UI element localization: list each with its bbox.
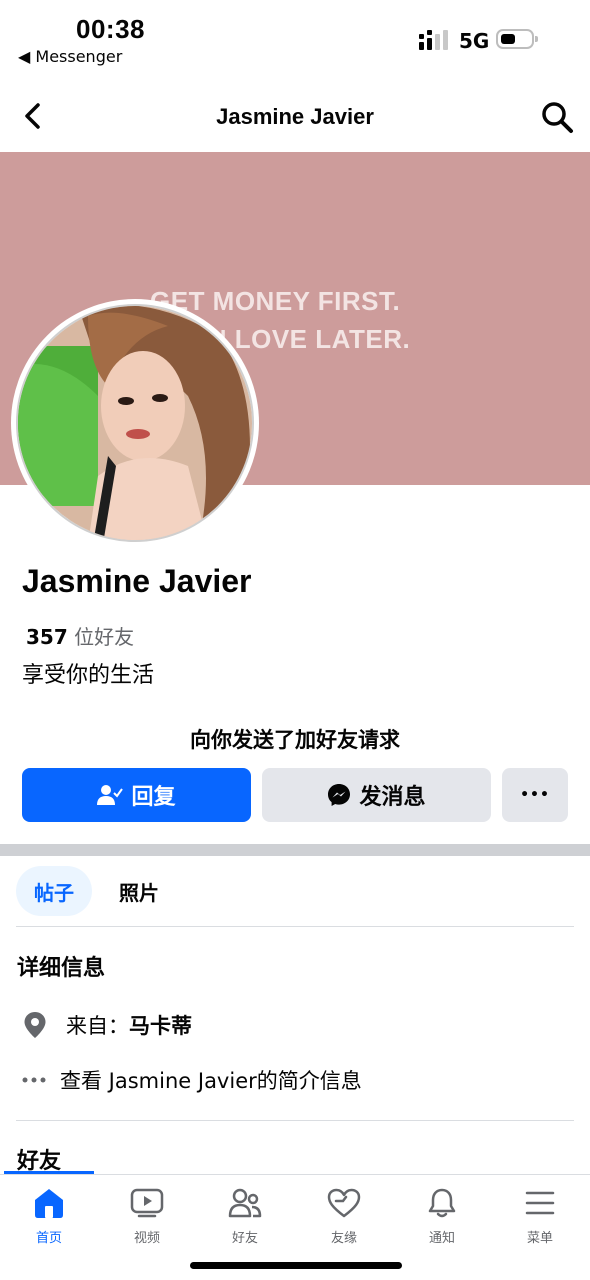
more-dots-icon: ••• — [520, 787, 550, 803]
location-pin-icon — [24, 1012, 46, 1038]
battery-tip — [535, 36, 538, 42]
battery-icon — [496, 29, 534, 49]
more-options-button[interactable]: ••• — [502, 768, 568, 822]
nav-home-label: 首页 — [35, 1231, 62, 1246]
ellipsis-icon — [22, 1077, 46, 1083]
bell-icon — [428, 1188, 456, 1218]
home-indicator[interactable] — [190, 1262, 402, 1269]
send-message-button[interactable]: 发消息 — [262, 768, 491, 822]
detail-about-link[interactable]: 查看 Jasmine Javier的简介信息 — [22, 1065, 362, 1095]
friend-count-number: 357 — [26, 625, 68, 649]
friend-count[interactable]: 357 位好友 — [26, 621, 134, 650]
profile-name: Jasmine Javier — [22, 563, 252, 599]
friend-request-text: 向你发送了加好友请求 — [190, 728, 400, 752]
back-to-messenger-link[interactable]: ◀ Messenger — [18, 47, 122, 66]
page-title: Jasmine Javier — [216, 104, 374, 129]
nav-dating-label: 友缘 — [330, 1231, 357, 1246]
dating-heart-icon — [327, 1188, 361, 1218]
details-title: 详细信息 — [17, 956, 106, 981]
network-type: 5G — [459, 29, 490, 53]
status-time: 00:38 — [76, 14, 145, 44]
nav-friends[interactable]: 好友 — [205, 1185, 285, 1246]
reply-button-label: 回复 — [131, 785, 176, 810]
hometown-label: 来自： — [66, 1014, 129, 1038]
detail-hometown: 来自： 马卡蒂 — [22, 1010, 192, 1040]
nav-home[interactable]: 首页 — [9, 1185, 89, 1246]
nav-header: Jasmine Javier — [0, 80, 590, 152]
friend-count-unit: 位好友 — [74, 625, 135, 649]
nav-video-label: 视频 — [133, 1231, 160, 1246]
video-icon — [130, 1188, 164, 1218]
profile-avatar[interactable] — [11, 299, 259, 547]
profile-bio: 享受你的生活 — [22, 663, 155, 688]
nav-notifications[interactable]: 通知 — [402, 1185, 482, 1246]
divider — [16, 1120, 574, 1121]
home-icon — [35, 1189, 63, 1218]
nav-friends-label: 好友 — [231, 1231, 258, 1246]
nav-menu[interactable]: 菜单 — [500, 1185, 580, 1246]
avatar-photo — [16, 304, 254, 542]
section-divider — [0, 844, 590, 856]
signal-icon — [419, 30, 448, 50]
nav-notifications-label: 通知 — [428, 1231, 455, 1246]
tab-posts[interactable]: 帖子 — [16, 866, 92, 916]
nav-menu-label: 菜单 — [526, 1231, 553, 1246]
tab-photos[interactable]: 照片 — [108, 866, 170, 916]
nav-video[interactable]: 视频 — [107, 1185, 187, 1246]
about-link-label: 查看 Jasmine Javier的简介信息 — [60, 1069, 362, 1093]
reply-button[interactable]: 回复 — [22, 768, 251, 822]
person-check-icon — [97, 785, 124, 805]
menu-icon — [525, 1191, 555, 1215]
friends-icon — [228, 1188, 262, 1218]
send-message-label: 发消息 — [359, 785, 426, 810]
divider — [16, 926, 574, 927]
search-icon[interactable] — [540, 100, 574, 134]
hometown-value[interactable]: 马卡蒂 — [129, 1010, 192, 1040]
status-bar: 00:38 ◀ Messenger 5G — [0, 0, 590, 80]
nav-dating[interactable]: 友缘 — [304, 1185, 384, 1246]
messenger-icon — [328, 784, 351, 806]
